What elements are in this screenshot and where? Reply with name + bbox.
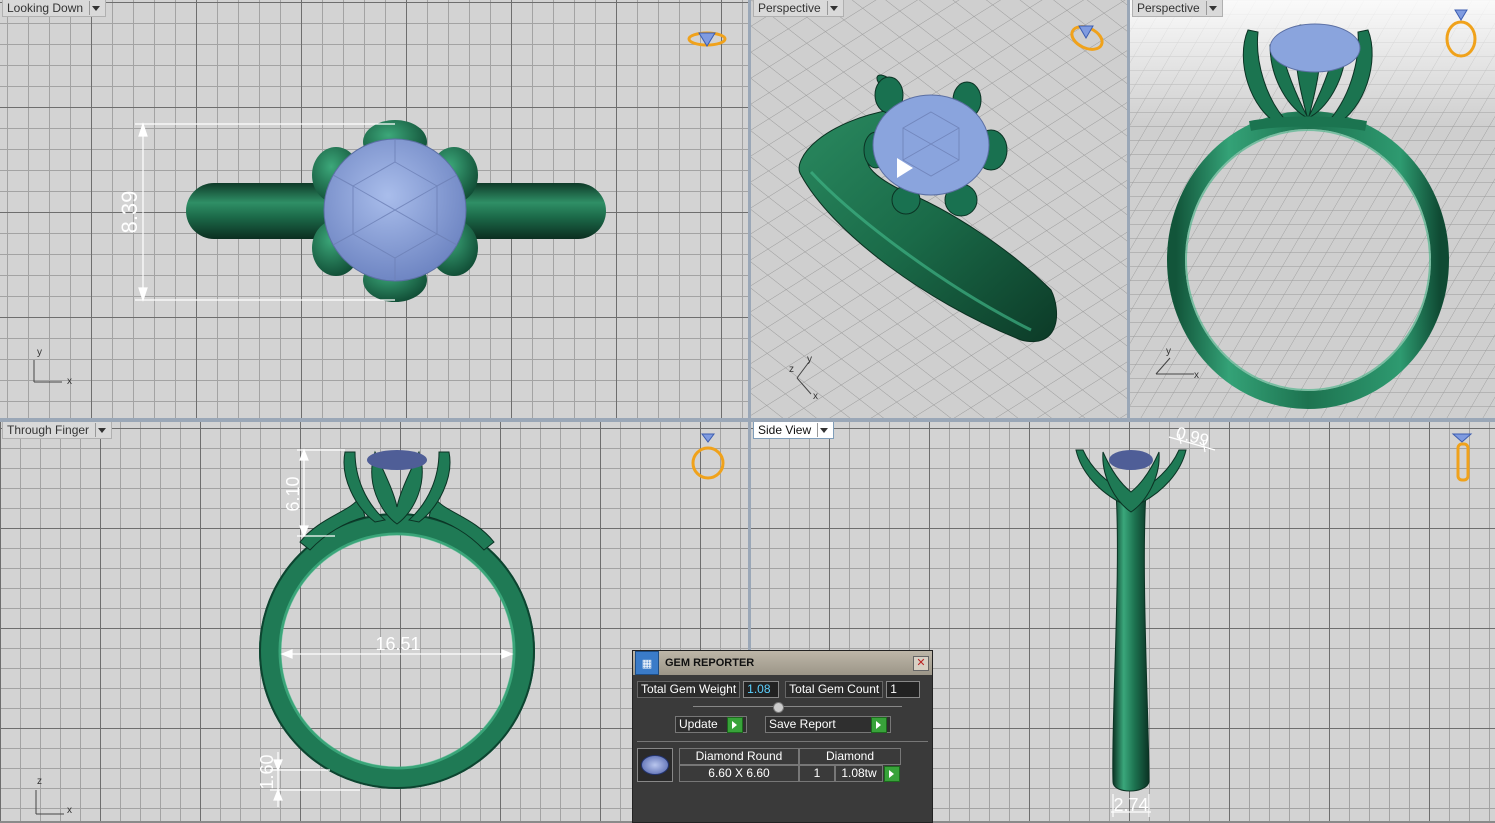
total-gem-count-value: 1 <box>886 681 921 698</box>
gem-thumbnail-icon <box>637 748 673 782</box>
update-button[interactable]: Update <box>675 716 747 733</box>
viewport-label[interactable]: Perspective <box>1132 0 1223 17</box>
view-cube-ring-icon[interactable] <box>1449 430 1479 490</box>
looking-down-drawing: 8.39 <box>33 120 606 383</box>
close-icon[interactable]: ✕ <box>913 655 929 671</box>
total-gem-weight-value: 1.08 <box>743 681 780 698</box>
axis-x-label: x <box>813 391 818 402</box>
panel-title: GEM REPORTER <box>665 657 755 669</box>
axis-x-label: x <box>1194 370 1199 381</box>
gem-weight: 1.08tw <box>835 765 883 782</box>
axis-x-label: x <box>67 376 72 387</box>
gem-shape: Diamond Round <box>679 748 799 765</box>
list-item[interactable]: Diamond Round Diamond 6.60 X 6.60 1 1.08… <box>679 748 901 782</box>
panel-title-bar[interactable]: ▦ GEM REPORTER ✕ <box>633 651 932 675</box>
view-cube-ring-icon[interactable] <box>1438 6 1488 66</box>
total-gem-count-label: Total Gem Count <box>785 681 884 698</box>
axis-y-label: y <box>1166 346 1171 357</box>
go-arrow-icon[interactable] <box>884 765 900 782</box>
axis-y-label: y <box>37 347 42 358</box>
axis-z-label: z <box>789 364 794 375</box>
panel-divider[interactable] <box>693 700 902 714</box>
save-report-button[interactable]: Save Report <box>765 716 891 733</box>
view-cube-ring-icon[interactable] <box>0 0 748 60</box>
go-arrow-icon <box>727 716 743 733</box>
chevron-down-icon[interactable] <box>95 423 107 437</box>
gem-size: 6.60 X 6.60 <box>679 765 799 782</box>
total-gem-weight-label: Total Gem Weight <box>637 681 741 698</box>
gem-reporter-panel[interactable]: ▦ GEM REPORTER ✕ Total Gem Weight 1.08 T… <box>632 650 933 823</box>
dimension-inner-diameter: 16.51 <box>375 634 420 654</box>
gem-count: 1 <box>799 765 835 782</box>
viewport-looking-down[interactable]: 8.39 Looking Down y x <box>0 0 748 418</box>
gem-reporter-icon: ▦ <box>635 651 659 675</box>
dimension-shank-width: 2.74 <box>1113 795 1148 815</box>
viewport-perspective-1[interactable]: Perspective y z x <box>751 0 1127 418</box>
view-cube-ring-icon[interactable] <box>1061 10 1121 70</box>
go-arrow-icon <box>871 716 887 733</box>
gem-list: Diamond Round Diamond 6.60 X 6.60 1 1.08… <box>637 741 928 782</box>
axis-z-label: z <box>37 776 42 787</box>
viewport-perspective-2[interactable]: Perspective y x <box>1130 0 1495 418</box>
viewport-label[interactable]: Side View <box>753 422 835 439</box>
dimension-prong-width: 0.99 <box>1174 423 1211 450</box>
viewport-label[interactable]: Perspective <box>753 0 844 17</box>
viewport-label[interactable]: Through Finger <box>2 422 113 439</box>
axis-x-label: x <box>67 805 72 816</box>
chevron-down-icon[interactable] <box>826 1 839 15</box>
chevron-down-icon[interactable] <box>1205 1 1218 15</box>
axis-y-label: y <box>807 354 812 365</box>
gem-material: Diamond <box>799 748 901 765</box>
view-cube-ring-icon[interactable] <box>684 430 734 490</box>
chevron-down-icon[interactable] <box>817 423 829 437</box>
dimension-band-thickness: 1.60 <box>257 754 277 789</box>
dimension-height: 6.10 <box>283 476 303 511</box>
dimension-width: 8.39 <box>117 191 142 234</box>
